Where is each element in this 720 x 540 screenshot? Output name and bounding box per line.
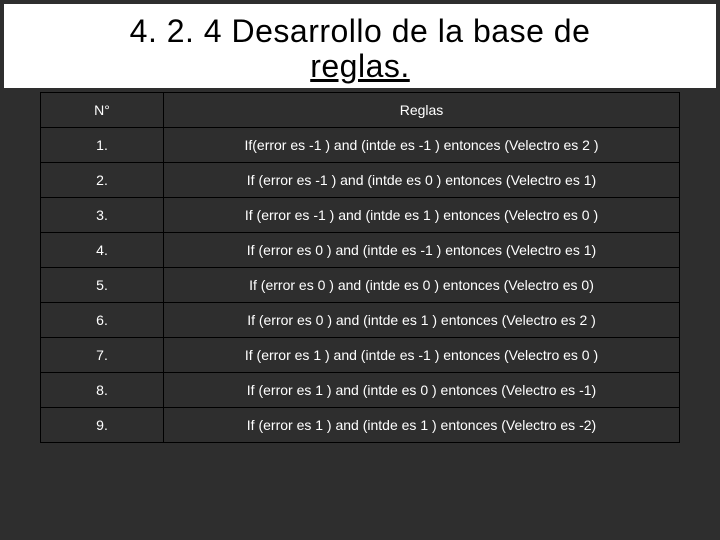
- row-number: 3.: [41, 198, 164, 233]
- row-number: 9.: [41, 408, 164, 443]
- row-rule: If (error es -1 ) and (intde es 1 ) ento…: [164, 198, 680, 233]
- row-number: 7.: [41, 338, 164, 373]
- row-number: 1.: [41, 128, 164, 163]
- table-row: 7. If (error es 1 ) and (intde es -1 ) e…: [41, 338, 680, 373]
- table-row: 8. If (error es 1 ) and (intde es 0 ) en…: [41, 373, 680, 408]
- header-number: N°: [41, 93, 164, 128]
- row-rule: If (error es 0 ) and (intde es 0 ) enton…: [164, 268, 680, 303]
- slide-title: 4. 2. 4 Desarrollo de la base de reglas.: [28, 14, 692, 84]
- row-rule: If (error es 0 ) and (intde es -1 ) ento…: [164, 233, 680, 268]
- table-row: 9. If (error es 1 ) and (intde es 1 ) en…: [41, 408, 680, 443]
- row-rule: If(error es -1 ) and (intde es -1 ) ento…: [164, 128, 680, 163]
- slide-title-container: 4. 2. 4 Desarrollo de la base de reglas.: [4, 4, 716, 88]
- row-rule: If (error es 0 ) and (intde es 1 ) enton…: [164, 303, 680, 338]
- row-rule: If (error es 1 ) and (intde es -1 ) ento…: [164, 338, 680, 373]
- table-row: 5. If (error es 0 ) and (intde es 0 ) en…: [41, 268, 680, 303]
- title-line-2: reglas.: [310, 48, 410, 84]
- table-row: 2. If (error es -1 ) and (intde es 0 ) e…: [41, 163, 680, 198]
- title-line-1: 4. 2. 4 Desarrollo de la base de: [130, 13, 591, 49]
- table-header-row: N° Reglas: [41, 93, 680, 128]
- table-row: 3. If (error es -1 ) and (intde es 1 ) e…: [41, 198, 680, 233]
- row-number: 8.: [41, 373, 164, 408]
- row-rule: If (error es 1 ) and (intde es 0 ) enton…: [164, 373, 680, 408]
- row-rule: If (error es -1 ) and (intde es 0 ) ento…: [164, 163, 680, 198]
- row-number: 4.: [41, 233, 164, 268]
- table-row: 6. If (error es 0 ) and (intde es 1 ) en…: [41, 303, 680, 338]
- row-rule: If (error es 1 ) and (intde es 1 ) enton…: [164, 408, 680, 443]
- header-rules: Reglas: [164, 93, 680, 128]
- row-number: 6.: [41, 303, 164, 338]
- rules-table: N° Reglas 1. If(error es -1 ) and (intde…: [40, 92, 680, 443]
- row-number: 2.: [41, 163, 164, 198]
- table-row: 1. If(error es -1 ) and (intde es -1 ) e…: [41, 128, 680, 163]
- row-number: 5.: [41, 268, 164, 303]
- table-row: 4. If (error es 0 ) and (intde es -1 ) e…: [41, 233, 680, 268]
